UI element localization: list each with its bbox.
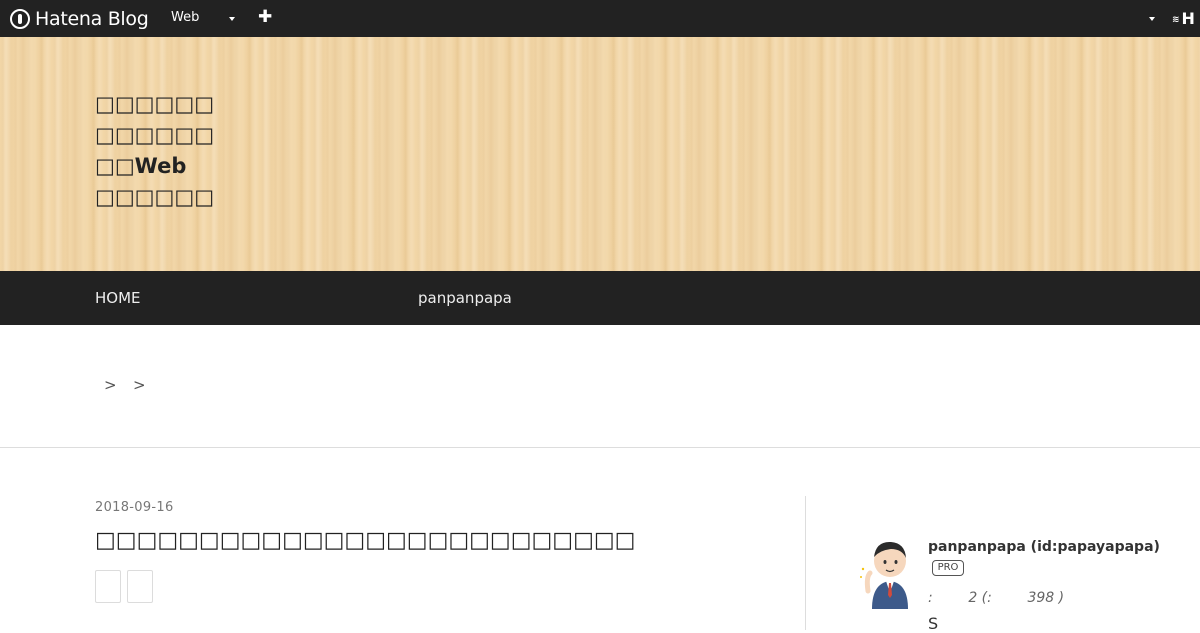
breadcrumb-separator: > [133, 376, 146, 394]
blog-title[interactable]: □□□□□□ □□□□□□ □□Web □□□□□□ [95, 89, 215, 213]
user-menu-label: H [1181, 9, 1195, 28]
avatar[interactable] [858, 533, 914, 609]
wifi-icon: ≋ [1172, 14, 1180, 25]
blog-title-line: □□□□□□ [95, 185, 215, 209]
global-nav: HOME panpanpapa [0, 271, 1200, 325]
blog-title-line: □□Web [95, 154, 187, 178]
profile-name[interactable]: panpanpapa (id:papayapapa) [928, 539, 1160, 555]
nav-item-panpanpapa[interactable]: panpanpapa [418, 289, 512, 307]
blog-selector[interactable]: Web [171, 10, 199, 25]
hatena-blog-logo[interactable]: Hatena Blog [10, 7, 149, 31]
nav-item-home[interactable]: HOME [95, 289, 141, 307]
chevron-down-icon[interactable] [229, 17, 235, 21]
share-button[interactable] [95, 570, 121, 603]
pro-badge: PRO [932, 560, 964, 576]
entry-date[interactable]: 2018-09-16 [95, 500, 174, 515]
hatena-logo-icon [10, 9, 30, 29]
breadcrumb: > > [0, 325, 1200, 448]
sidebar-divider [805, 496, 806, 630]
chevron-down-icon[interactable] [1149, 17, 1155, 21]
logo-text: Hatena Blog [35, 8, 149, 30]
plus-icon[interactable]: ✚ [258, 7, 272, 27]
profile-text: S [928, 614, 939, 633]
share-button[interactable] [127, 570, 153, 603]
blog-title-line: □□□□□□ [95, 92, 215, 116]
blog-title-line: □□□□□□ [95, 123, 215, 147]
user-menu[interactable]: ≋ H [1172, 9, 1195, 28]
entry-title[interactable]: □□□□□□□□□□□□□□□□□□□□□□□□□□ [95, 528, 635, 553]
blog-header: □□□□□□ □□□□□□ □□Web □□□□□□ [0, 37, 1200, 271]
breadcrumb-separator: > [104, 376, 117, 394]
hatena-topbar: Hatena Blog Web ✚ ≋ H [0, 0, 1200, 37]
profile-stats: : 2 (: 398 ) [928, 590, 1065, 606]
